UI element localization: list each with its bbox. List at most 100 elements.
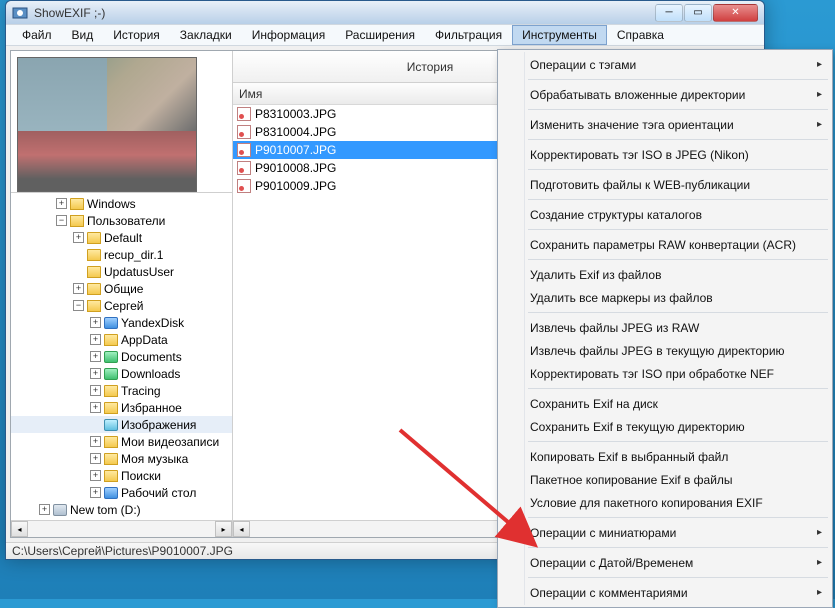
menu-separator <box>528 259 828 260</box>
tree-node[interactable]: Изображения <box>11 416 232 433</box>
menu-item[interactable]: Подготовить файлы к WEB-публикации <box>500 173 830 196</box>
menu-расширения[interactable]: Расширения <box>335 25 425 45</box>
menu-separator <box>528 169 828 170</box>
tree-label: Избранное <box>121 401 182 415</box>
menu-инструменты[interactable]: Инструменты <box>512 25 607 45</box>
tree-node[interactable]: recup_dir.1 <box>11 246 232 263</box>
expand-icon[interactable]: + <box>90 453 101 464</box>
expand-icon[interactable]: + <box>56 198 67 209</box>
tree-label: Default <box>104 231 142 245</box>
expand-icon[interactable]: + <box>90 385 101 396</box>
menu-item[interactable]: Удалить все маркеры из файлов <box>500 286 830 309</box>
collapse-icon[interactable]: − <box>73 300 84 311</box>
menu-item[interactable]: Создание структуры каталогов <box>500 203 830 226</box>
folder-closed-icon <box>87 249 101 261</box>
close-button[interactable]: ✕ <box>713 4 758 22</box>
menu-item[interactable]: Условие для пакетного копирования EXIF <box>500 491 830 514</box>
expand-icon[interactable]: + <box>90 317 101 328</box>
expand-icon[interactable]: + <box>90 334 101 345</box>
menu-item[interactable]: Обрабатывать вложенные директории <box>500 83 830 106</box>
menu-item[interactable]: Копировать Exif в выбранный файл <box>500 445 830 468</box>
menu-item[interactable]: Удалить Exif из файлов <box>500 263 830 286</box>
menu-справка[interactable]: Справка <box>607 25 674 45</box>
menu-информация[interactable]: Информация <box>242 25 335 45</box>
tree-node[interactable]: +Downloads <box>11 365 232 382</box>
menu-item[interactable]: Извлечь файлы JPEG из RAW <box>500 316 830 339</box>
expand-icon[interactable]: + <box>90 368 101 379</box>
folder-tree[interactable]: +Windows−Пользователи + Defaultrecup_dir.1… <box>11 193 232 520</box>
menu-separator <box>528 79 828 80</box>
menu-item[interactable]: Корректировать тэг ISO при обработке NEF <box>500 362 830 385</box>
menu-история[interactable]: История <box>103 25 170 45</box>
maximize-button[interactable]: ▭ <box>684 4 712 22</box>
folder-open-icon <box>70 215 84 227</box>
menu-item[interactable]: Сохранить Exif в текущую директорию <box>500 415 830 438</box>
scroll-track[interactable] <box>28 521 215 537</box>
expand-icon[interactable]: + <box>73 232 84 243</box>
tree-label: Поиски <box>121 469 161 483</box>
tree-node[interactable]: −Сергей <box>11 297 232 314</box>
scroll-left-icon[interactable]: ◂ <box>11 521 28 537</box>
folder-closed-icon <box>87 283 101 295</box>
tree-label: Моя музыка <box>121 452 188 466</box>
tree-label: Documents <box>121 350 182 364</box>
title-bar[interactable]: ShowEXIF ;-) ─ ▭ ✕ <box>6 1 764 24</box>
tree-node[interactable]: + Моя музыка <box>11 450 232 467</box>
special-blue-icon <box>104 487 118 499</box>
folder-closed-icon <box>70 198 84 210</box>
tree-node[interactable]: +Tracing <box>11 382 232 399</box>
tree-node[interactable]: +Мои видеозаписи <box>11 433 232 450</box>
expand-icon[interactable]: + <box>90 470 101 481</box>
collapse-icon[interactable]: − <box>56 215 67 226</box>
menu-separator <box>528 441 828 442</box>
preview-thumbnail[interactable] <box>17 57 197 192</box>
menu-item[interactable]: Изменить значение тэга ориентации <box>500 113 830 136</box>
tree-node[interactable]: +Рабочий стол <box>11 484 232 501</box>
tree-node[interactable]: −Пользователи <box>11 212 232 229</box>
expand-icon[interactable]: + <box>90 351 101 362</box>
menu-item[interactable]: Извлечь файлы JPEG в текущую директорию <box>500 339 830 362</box>
tab-history[interactable]: История <box>367 54 494 80</box>
tree-node[interactable]: +Windows <box>11 195 232 212</box>
menu-separator <box>528 517 828 518</box>
menu-item[interactable]: Корректировать тэг ISO в JPEG (Nikon) <box>500 143 830 166</box>
scroll-right-icon[interactable]: ▸ <box>215 521 232 537</box>
jpeg-file-icon <box>237 179 251 193</box>
menu-item[interactable]: Пакетное копирование Exif в файлы <box>500 468 830 491</box>
jpeg-file-icon <box>237 107 251 121</box>
menu-item[interactable]: Операции с миниатюрами <box>500 521 830 544</box>
menu-item[interactable]: Сохранить параметры RAW конвертации (ACR… <box>500 233 830 256</box>
expand-icon[interactable]: + <box>90 487 101 498</box>
expand-icon[interactable]: + <box>90 436 101 447</box>
tree-node[interactable]: + Default <box>11 229 232 246</box>
tree-node[interactable]: +YandexDisk <box>11 314 232 331</box>
tree-node[interactable]: + Documents <box>11 348 232 365</box>
menu-файл[interactable]: Файл <box>12 25 62 45</box>
menu-item[interactable]: Операции с тэгами <box>500 53 830 76</box>
menu-item[interactable]: Операции с Датой/Временем <box>500 551 830 574</box>
menu-вид[interactable]: Вид <box>62 25 104 45</box>
tree-node[interactable]: + New tom (D:) <box>11 501 232 518</box>
menu-item[interactable]: Сохранить Exif на диск <box>500 392 830 415</box>
expand-icon[interactable]: + <box>39 504 50 515</box>
tree-node[interactable]: +AppData <box>11 331 232 348</box>
menu-item[interactable]: Операции с комментариями <box>500 581 830 604</box>
folder-closed-icon <box>104 453 118 465</box>
special-green-icon <box>104 351 118 363</box>
tree-node[interactable]: + Общие <box>11 280 232 297</box>
menu-закладки[interactable]: Закладки <box>170 25 242 45</box>
tree-node[interactable]: + Избранное <box>11 399 232 416</box>
file-name: P9010007.JPG <box>255 143 336 157</box>
menu-фильтрация[interactable]: Фильтрация <box>425 25 512 45</box>
folder-open-icon <box>87 300 101 312</box>
tree-node[interactable]: + Поиски <box>11 467 232 484</box>
tree-hscrollbar[interactable]: ◂ ▸ <box>11 520 232 537</box>
scroll-left-icon[interactable]: ◂ <box>233 521 250 537</box>
folder-closed-icon <box>104 334 118 346</box>
tree-label: Общие <box>104 282 143 296</box>
expand-icon[interactable]: + <box>73 283 84 294</box>
tree-label: New tom (D:) <box>70 503 141 517</box>
minimize-button[interactable]: ─ <box>655 4 683 22</box>
expand-icon[interactable]: + <box>90 402 101 413</box>
tree-node[interactable]: UpdatusUser <box>11 263 232 280</box>
